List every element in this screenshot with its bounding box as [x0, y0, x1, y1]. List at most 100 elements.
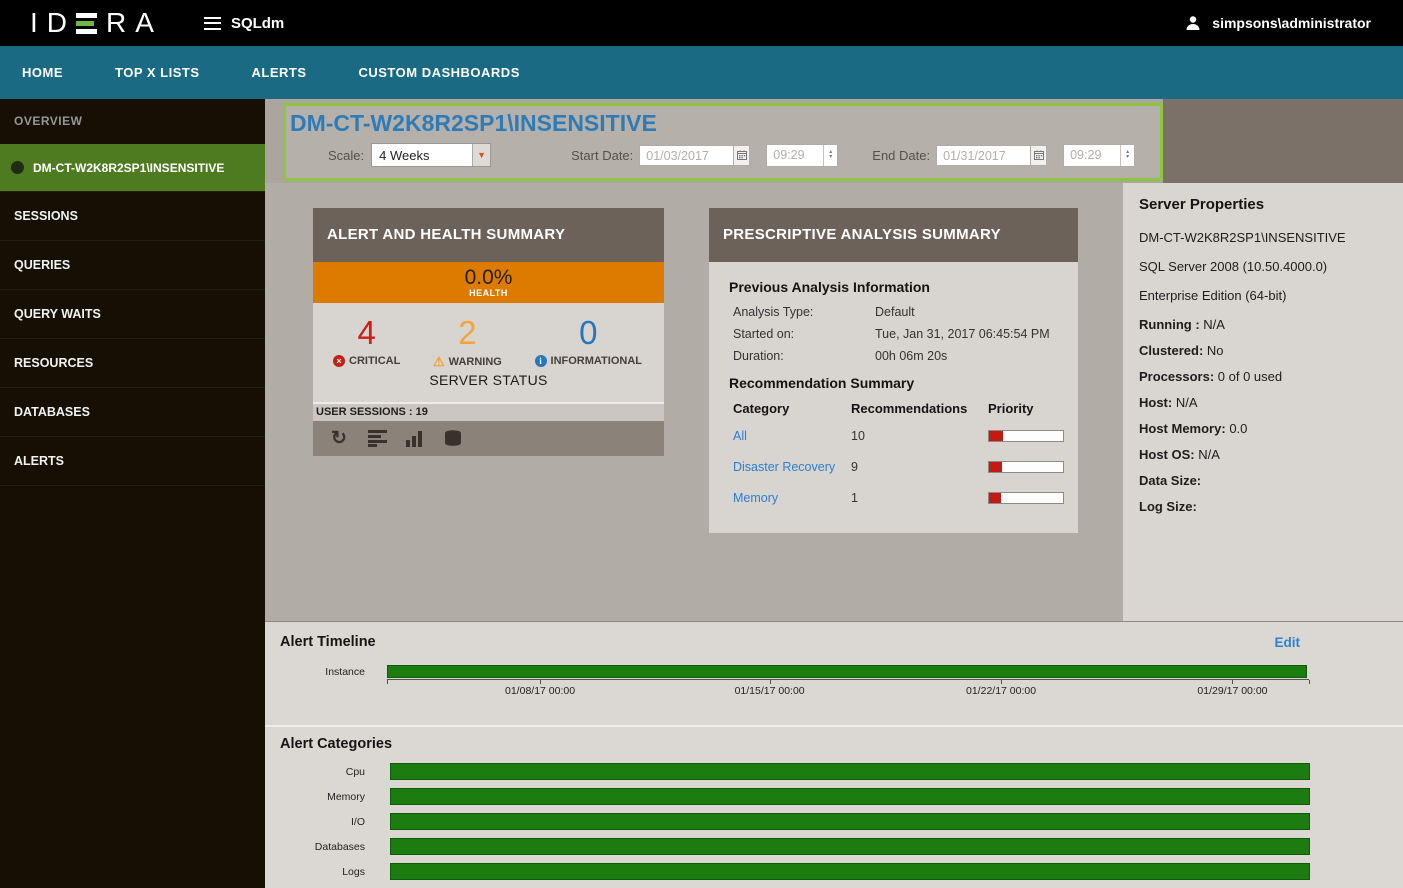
server-name: DM-CT-W2K8R2SP1\INSENSITIVE	[1139, 230, 1387, 245]
category-memory-link[interactable]: Memory	[733, 491, 851, 505]
axis-tick-label: 01/15/17 00:00	[735, 685, 805, 697]
sqldm-dashboard: I D R A SQLdm simpsons\administrator HOM…	[0, 0, 1403, 888]
alert-categories-title: Alert Categories	[265, 736, 1403, 752]
warning-count: 2	[433, 315, 502, 351]
logo-letter: I	[30, 9, 38, 37]
sidebar-item-queries[interactable]: QUERIES	[0, 241, 265, 290]
card-title: ALERT AND HEALTH SUMMARY	[313, 208, 664, 262]
logo-letter: A	[135, 9, 154, 37]
end-date-group: 01/31/2017	[936, 145, 1047, 166]
timeline-row-label: Instance	[265, 666, 365, 678]
host-os-row: Host OS: N/A	[1139, 447, 1387, 462]
user-menu[interactable]: simpsons\administrator	[1184, 14, 1371, 32]
priority-bar	[988, 430, 1064, 442]
edition: Enterprise Edition (64-bit)	[1139, 288, 1387, 303]
informational-label: INFORMATIONAL	[551, 355, 642, 367]
table-row: Disaster Recovery 9	[733, 451, 1058, 482]
hamburger-menu-icon[interactable]	[204, 17, 221, 30]
category-row-label: Databases	[265, 841, 365, 853]
priority-bar	[988, 492, 1064, 504]
category-row-label: I/O	[265, 816, 365, 828]
logo-letter: R	[106, 9, 126, 37]
dropdown-arrow-icon: ▼	[472, 144, 490, 166]
category-all-link[interactable]: All	[733, 429, 851, 443]
refresh-icon[interactable]: ↻	[329, 429, 349, 449]
instance-title: DM-CT-W2K8R2SP1\INSENSITIVE	[290, 110, 1160, 136]
username-text: simpsons\administrator	[1212, 15, 1371, 31]
main-nav: HOME TOP X LISTS ALERTS CUSTOM DASHBOARD…	[0, 46, 1403, 99]
nav-alerts[interactable]: ALERTS	[251, 65, 306, 80]
start-date-input[interactable]: 01/03/2017	[639, 145, 734, 166]
start-calendar-icon[interactable]	[734, 145, 750, 166]
end-time-spinner[interactable]: ▴▾	[1120, 145, 1134, 166]
alert-categories-section: Alert Categories Cpu Memory I/O Database…	[265, 725, 1403, 888]
category-disaster-recovery-link[interactable]: Disaster Recovery	[733, 460, 851, 474]
sidebar-item-label: DM-CT-W2K8R2SP1\INSENSITIVE	[33, 161, 224, 175]
nav-top-x-lists[interactable]: TOP X LISTS	[115, 65, 199, 80]
started-on-row: Started on:Tue, Jan 31, 2017 06:45:54 PM	[733, 327, 1058, 341]
informational-count: 0	[535, 315, 642, 351]
host-row: Host: N/A	[1139, 395, 1387, 410]
user-sessions-count: USER SESSIONS : 19	[313, 402, 664, 421]
databases-icon[interactable]	[443, 429, 463, 449]
table-row: Memory 1	[733, 482, 1058, 513]
card-toolbar: ↻	[313, 421, 664, 456]
table-row: All 10	[733, 420, 1058, 451]
app-name: SQLdm	[231, 15, 284, 32]
category-row-label: Logs	[265, 866, 365, 878]
nav-custom-dashboards[interactable]: CUSTOM DASHBOARDS	[358, 65, 519, 80]
processors-row: Processors: 0 of 0 used	[1139, 369, 1387, 384]
instance-header-strip: DM-CT-W2K8R2SP1\INSENSITIVE Scale: 4 Wee…	[265, 99, 1403, 183]
critical-stat: 4 ×CRITICAL	[333, 315, 400, 368]
sidebar-item-databases[interactable]: DATABASES	[0, 388, 265, 437]
alert-timeline-title: Alert Timeline	[280, 634, 376, 650]
informational-stat: 0 i INFORMATIONAL	[535, 315, 642, 368]
report-icon[interactable]	[367, 429, 387, 449]
axis-tick-label: 01/29/17 00:00	[1197, 685, 1267, 697]
category-row-label: Cpu	[265, 766, 365, 778]
recommendation-summary-heading: Recommendation Summary	[729, 375, 1058, 391]
timeline-axis: 01/08/17 00:00 01/15/17 00:00 01/22/17 0…	[387, 679, 1309, 702]
recommendation-table: Category Recommendations Priority All 10	[733, 401, 1058, 513]
start-date-group: 01/03/2017	[639, 145, 750, 166]
start-time-spinner[interactable]: ▴▾	[823, 145, 837, 166]
category-row: Logs	[265, 863, 1403, 880]
logo-e-glyph	[76, 13, 97, 34]
nav-home[interactable]: HOME	[22, 65, 63, 80]
health-banner: 0.0% HEALTH	[313, 262, 664, 303]
sidebar-item-query-waits[interactable]: QUERY WAITS	[0, 290, 265, 339]
instance-header-panel: DM-CT-W2K8R2SP1\INSENSITIVE Scale: 4 Wee…	[283, 103, 1163, 181]
start-date-label: Start Date:	[571, 148, 633, 163]
chart-icon[interactable]	[405, 429, 425, 449]
instance-status-icon	[11, 161, 24, 174]
time-range-controls: Scale: 4 Weeks ▼ Start Date: 01/03/2017	[328, 143, 1160, 167]
databases-category-bar	[390, 838, 1310, 855]
logo-letter: D	[47, 9, 67, 37]
recommendation-table-header: Category Recommendations Priority	[733, 401, 1058, 416]
idera-logo: I D R A	[30, 9, 154, 37]
sidebar-item-alerts[interactable]: ALERTS	[0, 437, 265, 486]
logs-category-bar	[390, 863, 1310, 880]
end-time-input[interactable]: 09:29 ▴▾	[1063, 144, 1135, 167]
warning-stat: 2 ⚠WARNING	[433, 315, 502, 368]
server-properties-panel: Server Properties DM-CT-W2K8R2SP1\INSENS…	[1123, 183, 1403, 621]
sidebar-item-resources[interactable]: RESOURCES	[0, 339, 265, 388]
data-size-row: Data Size:	[1139, 473, 1387, 488]
end-calendar-icon[interactable]	[1031, 145, 1047, 166]
category-row: Cpu	[265, 763, 1403, 780]
cpu-category-bar	[390, 763, 1310, 780]
end-date-input[interactable]: 01/31/2017	[936, 145, 1031, 166]
sidebar-item-instance[interactable]: DM-CT-W2K8R2SP1\INSENSITIVE	[0, 144, 265, 191]
prescriptive-analysis-card: PRESCRIPTIVE ANALYSIS SUMMARY Previous A…	[709, 208, 1078, 533]
user-icon	[1184, 14, 1202, 32]
start-time-input[interactable]: 09:29 ▴▾	[766, 144, 838, 167]
sidebar-item-sessions[interactable]: SESSIONS	[0, 191, 265, 241]
sidebar-section-overview: OVERVIEW	[0, 99, 265, 144]
scale-select[interactable]: 4 Weeks ▼	[371, 143, 491, 167]
info-icon: i	[535, 355, 547, 367]
main-content: DM-CT-W2K8R2SP1\INSENSITIVE Scale: 4 Wee…	[265, 99, 1403, 888]
critical-label: CRITICAL	[349, 355, 400, 367]
edit-timeline-link[interactable]: Edit	[1275, 635, 1301, 650]
clustered-row: Clustered: No	[1139, 343, 1387, 358]
duration-row: Duration:00h 06m 20s	[733, 349, 1058, 363]
